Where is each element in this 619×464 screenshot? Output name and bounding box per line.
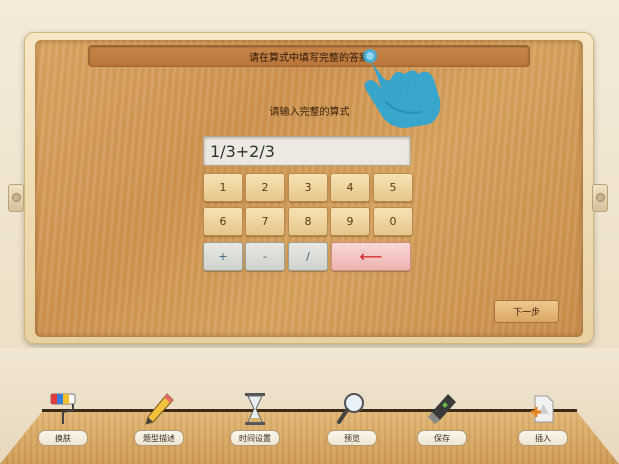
next-step-button[interactable]: 下一步: [494, 300, 559, 323]
tool-skin-label: 换肤: [38, 430, 88, 446]
key-5[interactable]: 5: [373, 173, 413, 202]
key-0[interactable]: 0: [373, 207, 413, 236]
key-minus[interactable]: -: [245, 242, 285, 271]
pointing-hand-icon: [363, 49, 441, 128]
key-3[interactable]: 3: [288, 173, 328, 202]
tool-time[interactable]: 时间设置: [225, 392, 285, 450]
magnifier-icon: [337, 393, 364, 424]
subtitle: 请输入完整的算式: [269, 107, 350, 118]
key-9[interactable]: 9: [330, 207, 370, 236]
tool-description-label: 题型描述: [134, 430, 184, 446]
key-4[interactable]: 4: [330, 173, 370, 202]
tool-preview[interactable]: 预览: [322, 392, 382, 450]
tool-save[interactable]: 保存: [412, 392, 472, 450]
tool-preview-label: 预览: [327, 430, 377, 446]
tool-insert[interactable]: 插入: [513, 392, 573, 450]
usb-drive-icon: [428, 394, 456, 424]
key-2[interactable]: 2: [245, 173, 285, 202]
prompt-bar: 请在算式中填写完整的答案: [88, 45, 530, 67]
table-edge: [42, 409, 577, 412]
key-1[interactable]: 1: [203, 173, 243, 202]
tool-insert-label: 插入: [518, 430, 568, 446]
pencil-icon: [145, 393, 174, 425]
key-7[interactable]: 7: [245, 207, 285, 236]
insert-document-icon: [531, 395, 554, 423]
expression-input[interactable]: [203, 136, 411, 166]
paint-roller-icon: [50, 393, 76, 424]
prompt-text: 请在算式中填写完整的答案: [249, 52, 369, 64]
left-knob: [8, 184, 24, 212]
tool-time-label: 时间设置: [230, 430, 280, 446]
right-knob: [592, 184, 608, 212]
key-plus[interactable]: +: [203, 242, 243, 271]
tool-skin[interactable]: 换肤: [33, 392, 93, 450]
key-divide[interactable]: /: [288, 242, 328, 271]
tool-save-label: 保存: [417, 430, 467, 446]
key-6[interactable]: 6: [203, 207, 243, 236]
backspace-button[interactable]: ⟵: [331, 242, 411, 271]
tool-description[interactable]: 题型描述: [129, 392, 189, 450]
key-8[interactable]: 8: [288, 207, 328, 236]
hourglass-icon: [245, 393, 265, 425]
